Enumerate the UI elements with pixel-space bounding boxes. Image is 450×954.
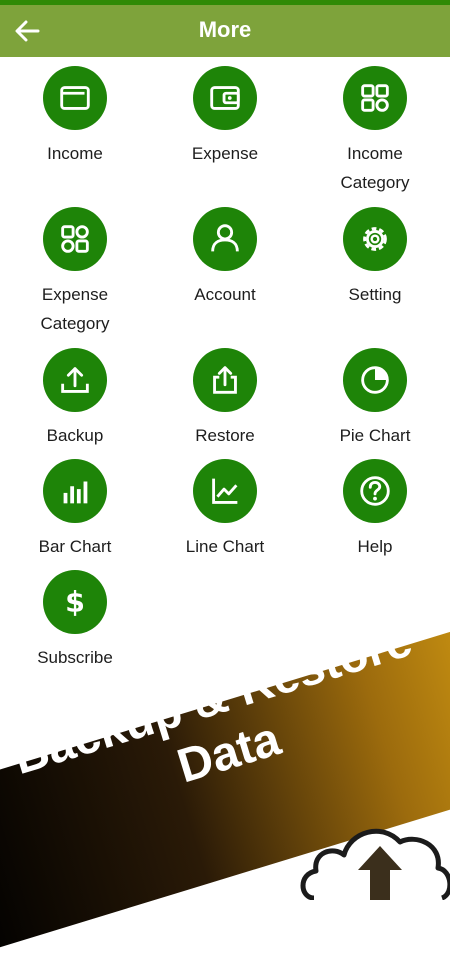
share-upload-icon	[213, 366, 237, 394]
bar-chart-icon	[63, 481, 88, 504]
menu-label: Bar Chart	[38, 537, 112, 556]
menu-item-circle	[193, 459, 257, 523]
menu-label: Setting	[348, 285, 402, 304]
menu-item-subscribe[interactable]: $ Subscribe	[0, 570, 150, 672]
menu-label: Income Category	[340, 144, 410, 192]
menu-item-line-chart[interactable]: Line Chart	[150, 459, 300, 561]
menu-item-setting[interactable]: Setting	[300, 207, 450, 309]
pie-chart-icon	[361, 366, 389, 394]
wallet-icon	[60, 86, 90, 110]
menu-label: Help	[357, 537, 393, 556]
app-bar: More	[0, 5, 450, 57]
menu-label: Backup	[46, 426, 104, 445]
gear-icon	[363, 227, 387, 251]
menu-item-circle	[43, 207, 107, 271]
menu-item-circle	[343, 66, 407, 130]
dollar-icon: $	[65, 586, 85, 619]
menu-item-account[interactable]: Account	[150, 207, 300, 309]
menu-item-circle	[193, 207, 257, 271]
menu-item-expense-category[interactable]: Expense Category	[0, 207, 150, 338]
menu-item-bar-chart[interactable]: Bar Chart	[0, 459, 150, 561]
menu-item-pie-chart[interactable]: Pie Chart	[300, 348, 450, 450]
menu-item-circle	[343, 348, 407, 412]
menu-label: Expense Category	[40, 285, 110, 333]
menu-item-restore[interactable]: Restore	[150, 348, 300, 450]
page-title: More	[198, 17, 252, 42]
menu-item-circle	[343, 207, 407, 271]
wallet-outline-icon	[210, 86, 240, 110]
menu-item-circle	[43, 348, 107, 412]
menu-item-circle	[43, 66, 107, 130]
svg-text:$: $	[65, 586, 85, 619]
menu-item-income[interactable]: Income	[0, 66, 150, 168]
line-chart-icon	[212, 478, 238, 504]
menu-label: Income	[47, 144, 103, 163]
menu-item-circle	[193, 348, 257, 412]
menu-label: Line Chart	[185, 537, 265, 556]
category-grid-icon	[361, 84, 389, 112]
menu-item-circle	[43, 459, 107, 523]
menu-item-income-category[interactable]: Income Category	[300, 66, 450, 197]
menu-label: Pie Chart	[339, 426, 411, 445]
menu-item-expense[interactable]: Expense	[150, 66, 300, 168]
category-grid-icon	[61, 225, 89, 253]
menu-item-circle	[343, 459, 407, 523]
menu-label: Account	[194, 285, 256, 304]
cloud-upload-icon	[300, 828, 450, 900]
menu-item-backup[interactable]: Backup	[0, 348, 150, 450]
help-icon	[360, 476, 390, 506]
menu-item-help[interactable]: Help	[300, 459, 450, 561]
menu-item-circle	[193, 66, 257, 130]
upload-tray-icon	[61, 367, 89, 393]
menu-label: Restore	[195, 426, 255, 445]
person-icon	[211, 224, 239, 252]
menu-label: Expense	[191, 144, 259, 163]
menu-item-circle: $	[43, 570, 107, 634]
